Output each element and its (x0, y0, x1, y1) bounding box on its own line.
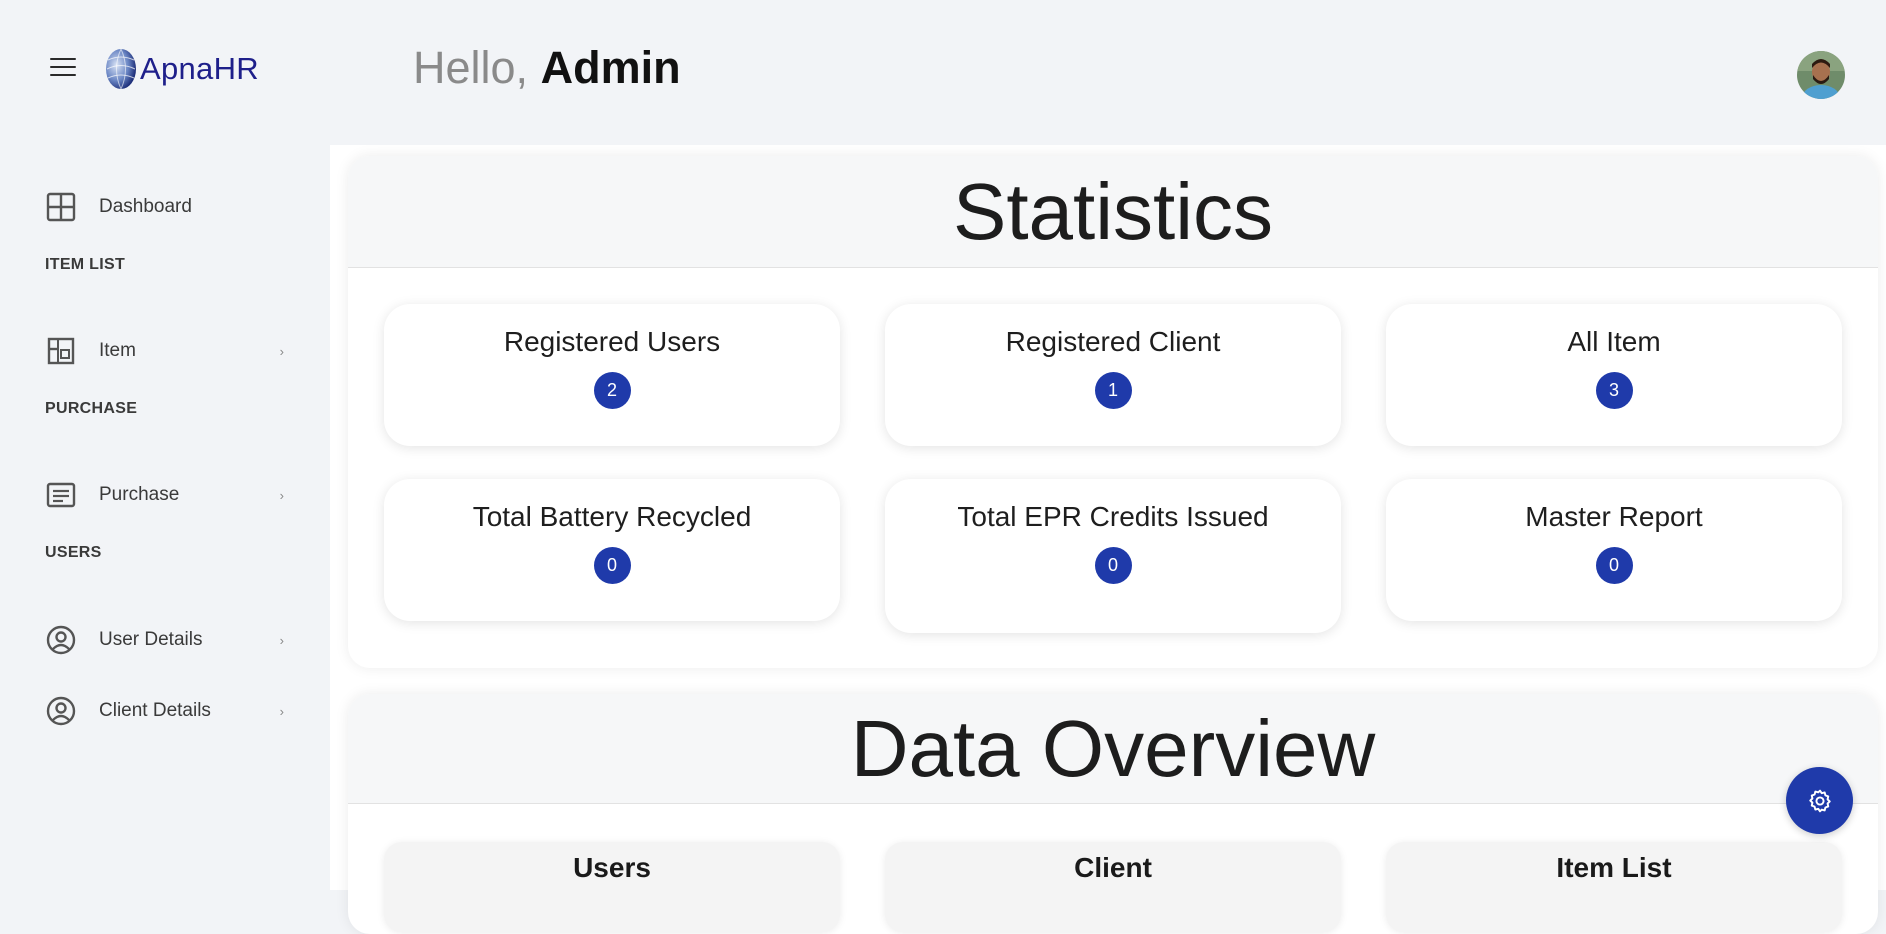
stat-card-label: All Item (1567, 326, 1661, 357)
stat-card-label: Total EPR Credits Issued (957, 501, 1269, 532)
data-overview-panel: Data Overview Users Client Item List (348, 694, 1878, 934)
stat-card-registered-client[interactable]: Registered Client 1 (885, 304, 1341, 446)
statistics-title: Statistics (348, 156, 1878, 268)
statistics-panel: Statistics Registered Users 2 Registered… (348, 156, 1878, 668)
purchase-icon (44, 478, 78, 512)
user-circle-icon (44, 623, 78, 657)
stat-card-label: Total Battery Recycled (472, 501, 752, 532)
count-badge: 0 (1595, 547, 1633, 584)
stat-card-master-report[interactable]: Master Report 0 (1386, 479, 1842, 621)
sidebar-item-user-details[interactable]: User Details › (44, 615, 284, 665)
greeting-user-name: Admin (540, 42, 681, 93)
brand-name: ApnaHR (140, 51, 259, 86)
stat-card-total-battery-recycled[interactable]: Total Battery Recycled 0 (384, 479, 840, 621)
sidebar-item-label: Purchase (99, 484, 180, 505)
section-heading-item-list: ITEM LIST (45, 256, 126, 273)
overview-card-label: Item List (1556, 852, 1672, 883)
user-circle-icon (44, 694, 78, 728)
user-avatar[interactable] (1797, 51, 1845, 99)
count-badge: 1 (1094, 372, 1132, 409)
count-badge: 0 (1094, 547, 1132, 584)
sidebar: Dashboard ITEM LIST Item › PURCHASE Purc… (0, 140, 330, 890)
item-icon (44, 334, 78, 368)
overview-card-label: Users (573, 852, 651, 883)
overview-card-item-list[interactable]: Item List (1386, 842, 1842, 932)
hamburger-menu-icon[interactable] (50, 58, 76, 80)
count-badge: 0 (593, 547, 631, 584)
avatar-photo-icon (1797, 51, 1845, 99)
settings-fab-button[interactable] (1786, 767, 1853, 834)
stat-card-total-epr-credits-issued[interactable]: Total EPR Credits Issued 0 (885, 479, 1341, 633)
section-heading-users: USERS (45, 544, 102, 561)
count-badge: 2 (593, 372, 631, 409)
stat-card-all-item[interactable]: All Item 3 (1386, 304, 1842, 446)
count-badge: 3 (1595, 372, 1633, 409)
gear-icon (1808, 789, 1831, 812)
stat-card-label: Registered Client (1005, 326, 1221, 357)
brand-logo[interactable]: ApnaHR (104, 48, 259, 90)
section-heading-purchase: PURCHASE (45, 400, 138, 417)
chevron-right-icon: › (279, 703, 284, 719)
sidebar-item-item[interactable]: Item › (44, 326, 284, 376)
sidebar-item-client-details[interactable]: Client Details › (44, 686, 284, 736)
page-greeting: Hello, Admin (413, 42, 681, 94)
overview-card-client[interactable]: Client (885, 842, 1341, 932)
sidebar-item-label: Dashboard (99, 196, 192, 217)
sidebar-item-purchase[interactable]: Purchase › (44, 470, 284, 520)
chevron-right-icon: › (279, 343, 284, 359)
sidebar-item-label: User Details (99, 629, 203, 650)
chevron-right-icon: › (279, 487, 284, 503)
stat-card-registered-users[interactable]: Registered Users 2 (384, 304, 840, 446)
sidebar-item-dashboard[interactable]: Dashboard (44, 182, 284, 232)
overview-card-label: Client (1074, 852, 1152, 883)
globe-logo-icon (106, 48, 136, 90)
stat-card-label: Registered Users (503, 326, 721, 357)
overview-card-users[interactable]: Users (384, 842, 840, 932)
sidebar-item-label: Client Details (99, 700, 211, 721)
data-overview-title: Data Overview (348, 694, 1878, 804)
stat-card-label: Master Report (1525, 501, 1703, 532)
chevron-right-icon: › (279, 632, 284, 648)
greeting-prefix: Hello, (413, 42, 529, 93)
dashboard-grid-icon (44, 190, 78, 224)
sidebar-item-label: Item (99, 340, 136, 361)
